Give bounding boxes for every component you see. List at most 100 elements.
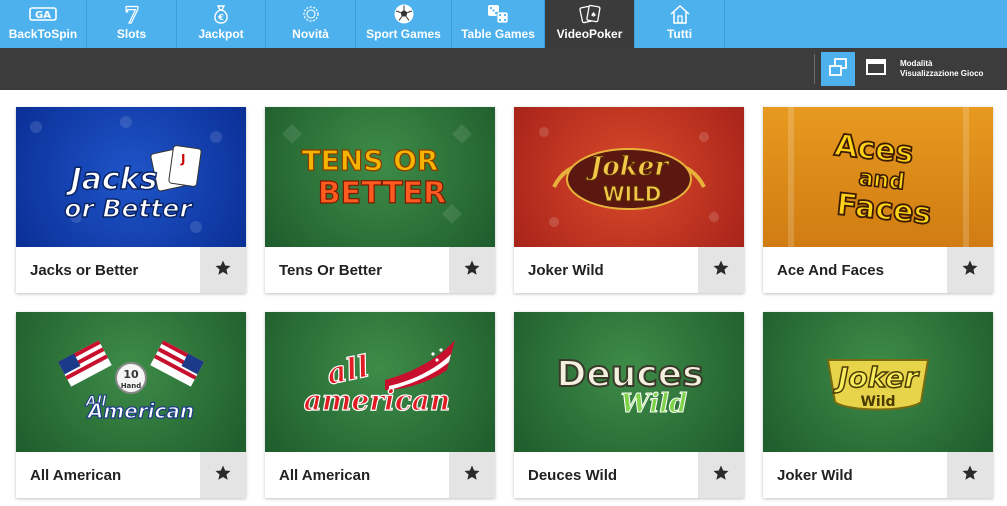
svg-text:10: 10	[123, 368, 139, 381]
jacks-or-better-logo: J Jacks or Better	[30, 116, 222, 233]
game-thumbnail[interactable]: all american	[265, 312, 495, 452]
toolbar-divider	[814, 54, 815, 84]
game-card-footer: All American	[265, 452, 495, 498]
star-icon	[712, 259, 730, 282]
svg-text:BETTER: BETTER	[318, 176, 447, 211]
game-card-footer: Ace And Faces	[763, 247, 993, 293]
favorite-button[interactable]	[449, 247, 495, 293]
game-title: Ace And Faces	[777, 261, 884, 279]
top-navigation: GA BackToSpin 7 Slots € Jackpot Novità S…	[0, 0, 1007, 48]
view-mode-label: Modalità Visualizzazione Gioco	[900, 59, 983, 79]
cards-icon: ♠	[578, 3, 602, 25]
nav-label: VideoPoker	[556, 27, 623, 41]
game-card[interactable]: Joker WILD Joker Wild	[514, 107, 744, 293]
nav-item-table-games[interactable]: Table Games	[452, 0, 545, 48]
list-view-icon	[865, 58, 887, 81]
game-title: All American	[279, 466, 371, 484]
nav-label: Tutti	[666, 27, 693, 41]
favorite-button[interactable]	[449, 452, 495, 498]
list-view-button[interactable]	[859, 52, 893, 86]
all-american-logo: all american	[303, 340, 455, 418]
svg-text:Joker: Joker	[833, 361, 920, 394]
svg-text:TENS OR: TENS OR	[302, 144, 439, 177]
game-card[interactable]: Deuces Wild Deuces Wild	[514, 312, 744, 498]
game-title: Deuces Wild	[528, 466, 618, 484]
game-card[interactable]: J Jacks or Better Jacks or Better	[16, 107, 246, 293]
game-card[interactable]: TENS OR BETTER Tens Or Better	[265, 107, 495, 293]
nav-label: Sport Games	[366, 27, 441, 41]
game-title: Jacks or Better	[30, 261, 139, 279]
game-thumbnail[interactable]: J Jacks or Better	[16, 107, 246, 247]
svg-text:Aces: Aces	[833, 128, 915, 171]
nav-label: Slots	[116, 27, 147, 41]
nav-label: Novità	[292, 27, 329, 41]
svg-text:Wild: Wild	[860, 394, 895, 410]
svg-text:WILD: WILD	[603, 182, 662, 206]
view-toolbar: Modalità Visualizzazione Gioco	[0, 48, 1007, 90]
game-thumbnail[interactable]: Joker WILD	[514, 107, 744, 247]
game-thumbnail[interactable]: Aces and Faces	[763, 107, 993, 247]
favorite-button[interactable]	[947, 452, 993, 498]
game-card-footer: Joker Wild	[514, 247, 744, 293]
nav-label: Table Games	[461, 27, 535, 41]
game-card[interactable]: Aces and Faces Ace And Faces	[763, 107, 993, 293]
nav-label: Jackpot	[198, 27, 244, 41]
joker-wild-logo: Joker WILD	[539, 127, 719, 227]
view-mode-label-line2: Visualizzazione Gioco	[900, 69, 984, 78]
star-icon	[214, 464, 232, 487]
game-card-footer: Tens Or Better	[265, 247, 495, 293]
svg-text:J: J	[180, 152, 185, 166]
nav-item-tutti[interactable]: Tutti	[635, 0, 725, 48]
svg-text:American: American	[86, 399, 194, 423]
home-icon	[668, 3, 692, 25]
nav-item-slots[interactable]: 7 Slots	[87, 0, 177, 48]
game-card-footer: Jacks or Better	[16, 247, 246, 293]
star-icon	[961, 259, 979, 282]
svg-text:♠: ♠	[590, 11, 596, 19]
nav-item-jackpot[interactable]: € Jackpot	[177, 0, 266, 48]
game-card[interactable]: 10 Hand All American All American	[16, 312, 246, 498]
nav-item-novita[interactable]: Novità	[266, 0, 356, 48]
game-thumbnail[interactable]: 10 Hand All American	[16, 312, 246, 452]
all-american-10-hand-logo: 10 Hand All American	[58, 340, 204, 424]
game-thumbnail[interactable]: Deuces Wild	[514, 312, 744, 452]
game-grid: J Jacks or Better Jacks or Better TENS O…	[0, 90, 1007, 506]
game-card[interactable]: Joker Wild Joker Wild	[763, 312, 993, 498]
nav-item-videopoker[interactable]: ♠ VideoPoker	[545, 0, 635, 48]
svg-text:GA: GA	[35, 10, 51, 21]
aces-and-faces-logo: Aces and Faces	[788, 107, 969, 247]
star-icon	[712, 464, 730, 487]
game-card-footer: All American	[16, 452, 246, 498]
star-icon	[961, 464, 979, 487]
svg-text:american: american	[304, 384, 451, 417]
favorite-button[interactable]	[698, 452, 744, 498]
badge-icon	[300, 3, 322, 25]
svg-text:€: €	[217, 13, 224, 22]
game-title: Joker Wild	[777, 466, 853, 484]
svg-text:Joker: Joker	[585, 152, 670, 182]
seven-icon: 7	[121, 3, 143, 25]
dice-icon	[486, 3, 510, 25]
grid-view-button[interactable]	[821, 52, 855, 86]
game-thumbnail[interactable]: Joker Wild	[763, 312, 993, 452]
game-card-footer: Deuces Wild	[514, 452, 744, 498]
favorite-button[interactable]	[947, 247, 993, 293]
deuces-wild-logo: Deuces Wild	[555, 353, 704, 420]
game-card[interactable]: all american All American	[265, 312, 495, 498]
svg-text:Jacks: Jacks	[66, 162, 158, 197]
nav-item-backtospin[interactable]: GA BackToSpin	[0, 0, 87, 48]
star-icon	[463, 259, 481, 282]
soccer-ball-icon	[393, 3, 415, 25]
game-thumbnail[interactable]: TENS OR BETTER	[265, 107, 495, 247]
favorite-button[interactable]	[698, 247, 744, 293]
nav-label: BackToSpin	[8, 27, 78, 41]
nav-item-sport-games[interactable]: Sport Games	[356, 0, 452, 48]
view-mode-label-line1: Modalità	[900, 59, 933, 68]
money-bag-icon: €	[210, 3, 232, 25]
favorite-button[interactable]	[200, 452, 246, 498]
backtospin-logo-icon: GA	[29, 3, 57, 25]
svg-text:7: 7	[124, 3, 139, 25]
svg-text:Wild: Wild	[621, 389, 688, 419]
svg-text:or Better: or Better	[64, 194, 193, 223]
favorite-button[interactable]	[200, 247, 246, 293]
